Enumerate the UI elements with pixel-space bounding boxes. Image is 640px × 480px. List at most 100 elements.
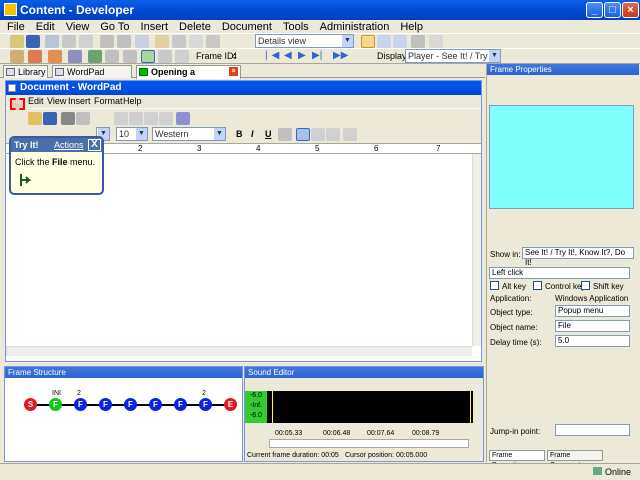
frame-nav-last-icon[interactable]: ▶|: [312, 50, 322, 61]
preview-icon[interactable]: [189, 35, 203, 48]
tab-library[interactable]: Library: [3, 65, 48, 78]
bullets-icon[interactable]: [343, 128, 357, 141]
view-mode-select[interactable]: Details view ▼: [255, 34, 354, 48]
tab-frame-properties[interactable]: Frame Properties: [489, 450, 545, 469]
font-size-select[interactable]: 10 ▼: [116, 127, 148, 141]
record-icon[interactable]: [105, 50, 119, 63]
properties-icon[interactable]: [135, 35, 149, 48]
minimize-button[interactable]: _: [586, 2, 603, 18]
tab-frame-comments[interactable]: Frame Comments: [547, 450, 603, 469]
wordpad-menu-insert[interactable]: Insert: [68, 95, 91, 108]
menu-delete[interactable]: Delete: [179, 20, 211, 34]
recapture-icon[interactable]: [175, 50, 189, 63]
frame-nav-next-icon[interactable]: ▶: [298, 50, 306, 61]
print-icon[interactable]: [61, 112, 75, 125]
object-type-select[interactable]: Popup menu: [555, 305, 630, 317]
wordpad-menu-help[interactable]: Help: [123, 95, 142, 108]
insert-frame-icon[interactable]: [48, 50, 62, 63]
copy-icon[interactable]: [62, 35, 76, 48]
layout-tile-icon[interactable]: [411, 35, 425, 48]
menu-insert[interactable]: Insert: [141, 20, 169, 34]
copy-icon[interactable]: [129, 112, 143, 125]
shift-key-checkbox[interactable]: [581, 281, 590, 290]
save-icon[interactable]: [26, 35, 40, 48]
wordpad-menu-view[interactable]: View: [47, 95, 66, 108]
frame-node[interactable]: S: [24, 398, 37, 411]
layout-split-icon[interactable]: [377, 35, 391, 48]
underline-button[interactable]: U: [265, 129, 272, 139]
delete-icon[interactable]: [117, 35, 131, 48]
wordpad-vertical-scrollbar[interactable]: [472, 154, 481, 346]
publish-icon[interactable]: [172, 35, 186, 48]
menu-tools[interactable]: Tools: [283, 20, 309, 34]
bold-button[interactable]: B: [236, 129, 243, 139]
script-select[interactable]: Western ▼: [152, 127, 226, 141]
help-icon[interactable]: [206, 35, 220, 48]
cut-icon[interactable]: [45, 35, 59, 48]
new-icon[interactable]: [10, 35, 24, 48]
print-preview-icon[interactable]: [76, 112, 90, 125]
frame-nav-prev-icon[interactable]: ◀: [284, 50, 292, 61]
layout-single-icon[interactable]: [361, 35, 375, 48]
close-button[interactable]: ×: [622, 2, 639, 18]
file-menu-highlight[interactable]: [10, 98, 25, 110]
callout-actions-link[interactable]: Actions: [54, 138, 84, 152]
settings-icon[interactable]: [10, 50, 24, 63]
menu-view[interactable]: View: [66, 20, 90, 34]
frame-node[interactable]: F: [99, 398, 112, 411]
open-icon[interactable]: [28, 112, 42, 125]
jump-in-input[interactable]: [555, 424, 630, 436]
edit-icon[interactable]: [123, 50, 137, 63]
tab-wordpad-training[interactable]: WordPad Training: [52, 65, 132, 89]
menu-administration[interactable]: Administration: [320, 20, 390, 34]
alt-key-checkbox[interactable]: [490, 281, 499, 290]
color-icon[interactable]: [278, 128, 292, 141]
menu-file[interactable]: File: [7, 20, 25, 34]
align-left-icon[interactable]: [296, 128, 310, 141]
paste-icon[interactable]: [144, 112, 158, 125]
frame-node[interactable]: F: [74, 398, 87, 411]
menu-goto[interactable]: Go To: [100, 20, 129, 34]
undo-icon[interactable]: [100, 35, 114, 48]
align-center-icon[interactable]: [311, 128, 325, 141]
insert-object-icon[interactable]: [176, 112, 190, 125]
italic-button[interactable]: I: [251, 129, 254, 139]
undo-icon[interactable]: [159, 112, 173, 125]
user-icon[interactable]: [68, 50, 82, 63]
wordpad-menu-format[interactable]: Format: [94, 95, 123, 108]
paste-icon[interactable]: [79, 35, 93, 48]
wordpad-horizontal-scrollbar[interactable]: [6, 346, 472, 356]
control-key-checkbox[interactable]: [533, 281, 542, 290]
frame-node[interactable]: F: [124, 398, 137, 411]
delay-input[interactable]: 5.0: [555, 335, 630, 347]
waveform-area[interactable]: -6.0 -Inf. -6.0: [245, 391, 473, 423]
tab-opening-a-document[interactable]: Opening a Document×: [136, 65, 241, 89]
frame-node[interactable]: F: [199, 398, 212, 411]
object-name-input[interactable]: File: [555, 320, 630, 332]
wordpad-menu-edit[interactable]: Edit: [28, 95, 44, 108]
frame-nav-end-icon[interactable]: ▶▶: [333, 50, 348, 61]
action-select[interactable]: Left click: [489, 267, 630, 279]
frame-node[interactable]: F: [174, 398, 187, 411]
close-tab-icon[interactable]: ×: [229, 67, 238, 76]
menu-help[interactable]: Help: [400, 20, 423, 34]
frame-nav-first-icon[interactable]: |◀: [265, 50, 283, 61]
callout-close-icon[interactable]: X: [88, 139, 101, 151]
screenshot-icon[interactable]: [158, 50, 172, 63]
frame-node[interactable]: F: [49, 398, 62, 411]
display-mode-select[interactable]: Player - See It! / Try It! ▼: [405, 49, 501, 63]
frame-node[interactable]: F: [149, 398, 162, 411]
show-in-select[interactable]: See It! / Try It!, Know It?, Do It!: [522, 247, 634, 267]
save-icon[interactable]: [43, 112, 57, 125]
link-icon[interactable]: [88, 50, 102, 63]
insert-action-icon[interactable]: [28, 50, 42, 63]
layout-window-icon[interactable]: [429, 35, 443, 48]
cut-icon[interactable]: [114, 112, 128, 125]
maximize-button[interactable]: □: [604, 2, 621, 18]
frame-node[interactable]: E: [224, 398, 237, 411]
menu-document[interactable]: Document: [222, 20, 272, 34]
frame-view-icon[interactable]: [141, 50, 155, 63]
sound-scrollbar[interactable]: [269, 439, 469, 448]
menu-edit[interactable]: Edit: [36, 20, 55, 34]
align-right-icon[interactable]: [326, 128, 340, 141]
